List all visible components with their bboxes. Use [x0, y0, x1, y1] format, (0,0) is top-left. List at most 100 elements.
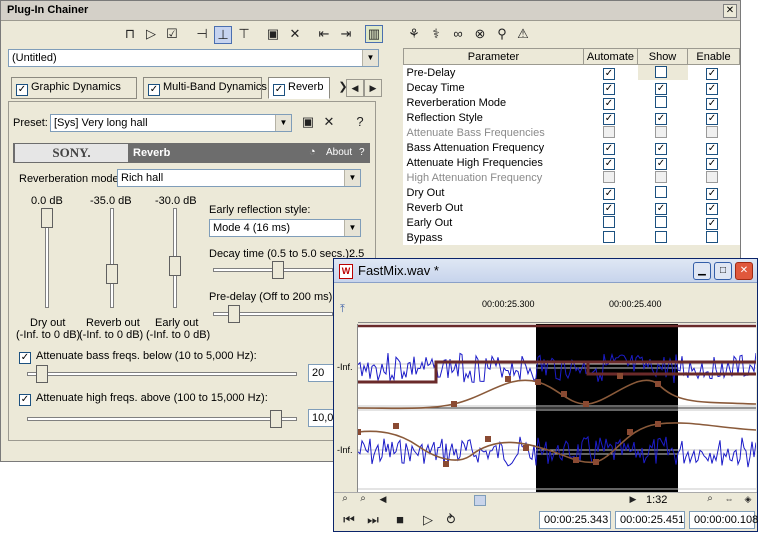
high-slider[interactable] — [270, 410, 282, 428]
high-checkbox[interactable]: ✓ — [19, 391, 34, 406]
reverb-out-track[interactable] — [110, 208, 114, 308]
tab-reverb[interactable]: ✓ Reverb — [268, 77, 330, 99]
early-style-combo[interactable]: Mode 4 (16 ms) ▼ — [209, 219, 361, 237]
about-link[interactable]: About — [326, 147, 352, 158]
save-icon[interactable]: ▣ — [264, 26, 282, 44]
enable-checkbox[interactable] — [706, 171, 718, 183]
decay-slider[interactable] — [272, 261, 284, 279]
parameter-row[interactable]: Reverberation Mode ✓ ✓ — [404, 95, 740, 110]
parameter-row[interactable]: Decay Time ✓ ✓ ✓ — [404, 80, 740, 95]
tab-next-icon[interactable]: ▶ — [364, 79, 382, 97]
automate-checkbox[interactable]: ✓ — [602, 68, 615, 80]
chain-order-icon[interactable]: ⊣ — [193, 26, 211, 44]
parameter-row[interactable]: Attenuate High Frequencies ✓ ✓ ✓ — [404, 155, 740, 170]
parameter-row[interactable]: Reverb Out ✓ ✓ ✓ — [404, 200, 740, 215]
delete-icon[interactable]: ✕ — [286, 26, 304, 44]
column-header-show[interactable]: Show — [637, 48, 688, 65]
column-header-parameter[interactable]: Parameter — [403, 48, 584, 65]
automate-checkbox[interactable] — [602, 216, 615, 228]
tab-enable-checkbox[interactable]: ✓ — [148, 84, 160, 96]
enable-checkbox[interactable]: ✓ — [706, 218, 718, 230]
scroll-left-icon[interactable]: ◀ — [374, 491, 392, 509]
automate-checkbox[interactable]: ✓ — [602, 113, 615, 125]
tab-prev-icon[interactable]: ◀ — [346, 79, 364, 97]
parameter-row[interactable]: Early Out ✓ — [404, 215, 740, 230]
maximize-icon[interactable]: □ — [714, 262, 732, 280]
play-icon[interactable]: ▷ — [419, 512, 437, 530]
show-checkbox[interactable]: ✓ — [655, 203, 667, 215]
show-checkbox[interactable]: ✓ — [655, 158, 667, 170]
marker-icon[interactable]: ⤒ — [340, 303, 345, 316]
chain-preset-combo[interactable]: (Untitled) ▼ — [8, 49, 379, 67]
high-value-field[interactable]: 10,0 — [308, 409, 334, 427]
chain-bypass-icon[interactable]: ⊥ — [214, 26, 232, 44]
bass-slider[interactable] — [36, 365, 48, 383]
high-track[interactable] — [27, 417, 297, 421]
automate-checkbox[interactable] — [602, 171, 615, 183]
help-link[interactable]: ? — [359, 147, 365, 158]
chevron-down-icon[interactable]: ▼ — [344, 220, 360, 236]
zoom-in-icon[interactable]: ⌕ — [336, 491, 354, 509]
column-header-enable[interactable]: Enable — [687, 48, 740, 65]
zoom-out-icon[interactable]: ⌕ — [354, 491, 372, 509]
parameter-row[interactable]: Bass Attenuation Frequency ✓ ✓ ✓ — [404, 140, 740, 155]
enable-checkbox[interactable] — [706, 231, 718, 243]
minimize-icon[interactable]: ▁ — [693, 262, 711, 280]
insert-plugin-icon[interactable]: ⊓ — [121, 26, 139, 44]
about-icon[interactable]: ◔ — [309, 146, 316, 158]
envelope-show-icon[interactable]: ⚘ — [405, 26, 423, 44]
chevron-down-icon[interactable]: ▼ — [344, 170, 360, 186]
show-checkbox[interactable] — [655, 171, 667, 183]
help-icon[interactable]: ? — [351, 114, 369, 132]
horizontal-scrollbar[interactable] — [334, 492, 757, 508]
automate-checkbox[interactable]: ✓ — [602, 188, 615, 200]
column-header-automate[interactable]: Automate — [582, 48, 639, 65]
tab-enable-checkbox[interactable]: ✓ — [16, 84, 28, 96]
bass-track[interactable] — [27, 372, 297, 376]
predelay-slider[interactable] — [228, 305, 240, 323]
zoom-max-icon[interactable]: ◈ — [739, 491, 757, 509]
parameter-row[interactable]: Reflection Style ✓ ✓ ✓ — [404, 110, 740, 125]
selection-start-time[interactable]: 00:00:25.343 — [539, 511, 611, 529]
enable-checkbox[interactable]: ✓ — [706, 158, 718, 170]
dry-out-slider[interactable] — [41, 208, 53, 228]
enable-checkbox[interactable]: ✓ — [706, 113, 718, 125]
automate-checkbox[interactable] — [602, 126, 615, 138]
show-checkbox[interactable] — [655, 96, 667, 108]
show-checkbox[interactable] — [655, 231, 667, 243]
automate-checkbox[interactable]: ✓ — [602, 203, 615, 215]
envelope-lock-icon[interactable]: ∞ — [449, 26, 467, 44]
selection-end-time[interactable]: 00:00:25.451 — [615, 511, 685, 529]
show-checkbox[interactable] — [655, 186, 667, 198]
go-to-end-icon[interactable]: ⏭ — [364, 512, 382, 530]
save-preset-icon[interactable]: ▣ — [299, 114, 317, 132]
automate-checkbox[interactable]: ✓ — [602, 83, 615, 95]
automate-checkbox[interactable]: ✓ — [602, 158, 615, 170]
zoom-fit-icon[interactable]: ⇔ — [720, 491, 738, 509]
stop-icon[interactable]: ■ — [391, 512, 409, 530]
move-right-icon[interactable]: ⇥ — [337, 26, 355, 44]
enable-checkbox[interactable]: ✓ — [706, 98, 718, 110]
automate-checkbox[interactable] — [602, 231, 615, 243]
enable-checkbox[interactable]: ✓ — [706, 188, 718, 200]
time-ruler[interactable] — [358, 285, 756, 323]
parameter-row[interactable]: Dry Out ✓ ✓ — [404, 185, 740, 200]
chain-remove-icon[interactable]: ⊤ — [235, 26, 253, 44]
show-checkbox[interactable] — [655, 126, 667, 138]
show-checkbox[interactable]: ✓ — [655, 113, 667, 125]
enable-checkbox[interactable]: ✓ — [706, 83, 718, 95]
close-icon[interactable]: ✕ — [735, 262, 753, 280]
automate-checkbox[interactable]: ✓ — [602, 98, 615, 110]
move-left-icon[interactable]: ⇤ — [315, 26, 333, 44]
preset-combo[interactable]: [Sys] Very long hall ▼ — [50, 114, 292, 132]
enable-checkbox[interactable] — [706, 126, 718, 138]
preview-icon[interactable]: ☑ — [163, 26, 181, 44]
close-icon[interactable]: ✕ — [723, 4, 737, 18]
scroll-thumb[interactable] — [474, 495, 486, 506]
selection-length-time[interactable]: 00:00:00.108 — [689, 511, 758, 529]
bass-checkbox[interactable]: ✓ — [19, 349, 34, 364]
parameter-row[interactable]: High Attenuation Frequency — [404, 170, 740, 185]
automation-icon[interactable]: ▥ — [365, 25, 383, 43]
tab-graphic-dynamics[interactable]: ✓ Graphic Dynamics — [11, 77, 137, 99]
reverb-out-slider[interactable] — [106, 264, 118, 284]
